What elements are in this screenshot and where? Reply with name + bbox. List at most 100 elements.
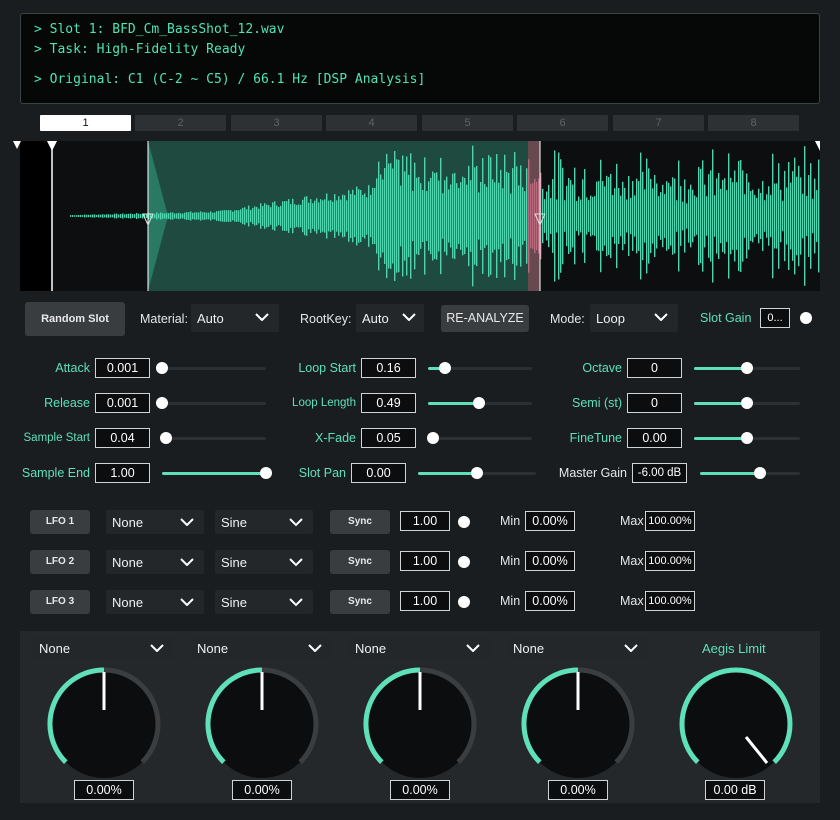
slot-tab-3[interactable]: 3 bbox=[231, 115, 322, 131]
slider-thumb[interactable] bbox=[754, 467, 766, 479]
release-input[interactable]: 0.001 bbox=[95, 393, 150, 413]
semi-input[interactable]: 0 bbox=[627, 393, 682, 413]
slider-thumb[interactable] bbox=[741, 362, 753, 374]
macro-knob[interactable] bbox=[44, 664, 164, 784]
waveform-bar bbox=[734, 170, 736, 262]
loop-start-slider[interactable] bbox=[428, 362, 532, 374]
lfo-sync-button[interactable]: Sync bbox=[330, 590, 390, 614]
lfo-target-dropdown[interactable]: None bbox=[106, 550, 204, 574]
macro-value[interactable]: 0.00% bbox=[74, 780, 134, 800]
lfo-rate-knob[interactable] bbox=[458, 596, 470, 608]
waveform-bar bbox=[772, 153, 774, 279]
master-gain-input[interactable]: -6.00 dB bbox=[632, 463, 687, 483]
macro-knob[interactable] bbox=[360, 664, 480, 784]
sample-start-slider[interactable] bbox=[160, 432, 266, 444]
lfo-sync-button[interactable]: Sync bbox=[330, 510, 390, 534]
waveform-bar bbox=[702, 160, 704, 272]
slider-thumb[interactable] bbox=[471, 467, 483, 479]
finetune-input[interactable]: 0.00 bbox=[627, 428, 682, 448]
slot-tab-5[interactable]: 5 bbox=[422, 115, 513, 131]
macro-target-dropdown[interactable]: None bbox=[191, 636, 332, 660]
xfade-slider[interactable] bbox=[427, 432, 532, 444]
lfo-button[interactable]: LFO 1 bbox=[30, 510, 90, 534]
slider-thumb[interactable] bbox=[438, 362, 451, 374]
reanalyze-button[interactable]: RE-ANALYZE bbox=[441, 305, 529, 332]
slot-gain-input[interactable]: 0... bbox=[760, 308, 790, 328]
lfo-max-input[interactable]: 100.00% bbox=[645, 591, 695, 611]
lfo-sync-button[interactable]: Sync bbox=[330, 550, 390, 574]
macro-target-dropdown[interactable]: None bbox=[349, 636, 490, 660]
rootkey-dropdown[interactable]: Auto bbox=[356, 304, 424, 332]
finetune-slider[interactable] bbox=[694, 432, 800, 444]
macro-value[interactable]: 0.00% bbox=[232, 780, 292, 800]
lfo-target-dropdown[interactable]: None bbox=[106, 510, 204, 534]
waveform-bar bbox=[214, 212, 216, 220]
lfo-rate-input[interactable]: 1.00 bbox=[400, 591, 450, 611]
slot-tab-2[interactable]: 2 bbox=[135, 115, 226, 131]
lfo-rate-knob[interactable] bbox=[458, 556, 470, 568]
macro-value[interactable]: 0.00% bbox=[548, 780, 608, 800]
slider-thumb[interactable] bbox=[260, 467, 272, 479]
lfo-min-input[interactable]: 0.00% bbox=[525, 511, 575, 531]
release-slider[interactable] bbox=[156, 397, 266, 409]
aegis-limit-value[interactable]: 0.00 dB bbox=[705, 780, 765, 800]
sample-end-slider[interactable] bbox=[162, 467, 272, 479]
mode-dropdown[interactable]: Loop bbox=[590, 304, 678, 332]
lfo-button[interactable]: LFO 3 bbox=[30, 590, 90, 614]
slider-thumb[interactable] bbox=[741, 432, 753, 444]
lfo-rate-input[interactable]: 1.00 bbox=[400, 551, 450, 571]
lfo-target-dropdown[interactable]: None bbox=[106, 590, 204, 614]
slot-tab-1[interactable]: 1 bbox=[40, 115, 131, 131]
aegis-limit-knob[interactable] bbox=[676, 664, 796, 784]
lfo-min-input[interactable]: 0.00% bbox=[525, 591, 575, 611]
xfade-input[interactable]: 0.05 bbox=[361, 428, 416, 448]
loop-length-slider[interactable] bbox=[428, 397, 532, 409]
sample-end-input[interactable]: 1.00 bbox=[95, 463, 150, 483]
slider-thumb[interactable] bbox=[741, 397, 753, 409]
master-gain-slider[interactable] bbox=[700, 467, 800, 479]
lfo-max-input[interactable]: 100.00% bbox=[645, 511, 695, 531]
material-dropdown[interactable]: Auto bbox=[191, 304, 279, 332]
macro-value[interactable]: 0.00% bbox=[390, 780, 450, 800]
lfo-rate-input[interactable]: 1.00 bbox=[400, 511, 450, 531]
slider-thumb[interactable] bbox=[160, 432, 173, 444]
slot-tab-4[interactable]: 4 bbox=[326, 115, 417, 131]
waveform-display[interactable] bbox=[20, 141, 820, 291]
octave-input[interactable]: 0 bbox=[627, 358, 682, 378]
macro-knob[interactable] bbox=[202, 664, 322, 784]
slot-tab-7[interactable]: 7 bbox=[613, 115, 704, 131]
loop-start-input[interactable]: 0.16 bbox=[361, 358, 416, 378]
slider-thumb[interactable] bbox=[427, 432, 440, 444]
slot-tab-6[interactable]: 6 bbox=[517, 115, 608, 131]
slider-thumb[interactable] bbox=[156, 362, 168, 374]
slider-thumb[interactable] bbox=[156, 397, 168, 409]
octave-slider[interactable] bbox=[694, 362, 800, 374]
macro-knob[interactable] bbox=[518, 664, 638, 784]
sample-start-input[interactable]: 0.04 bbox=[95, 428, 150, 448]
slot-pan-input[interactable]: 0.00 bbox=[351, 463, 406, 483]
waveform-bar bbox=[138, 213, 140, 219]
macro-target-dropdown[interactable]: None bbox=[507, 636, 648, 660]
slot-tab-8[interactable]: 8 bbox=[708, 115, 799, 131]
lfo-min-input[interactable]: 0.00% bbox=[525, 551, 575, 571]
attack-input[interactable]: 0.001 bbox=[95, 358, 150, 378]
macro-target-dropdown[interactable]: None bbox=[33, 636, 174, 660]
lfo-max-input[interactable]: 100.00% bbox=[645, 551, 695, 571]
waveform-bar bbox=[186, 212, 188, 220]
waveform-bar bbox=[668, 182, 670, 250]
slot-gain-knob[interactable] bbox=[800, 312, 812, 324]
lfo-shape-dropdown[interactable]: Sine bbox=[215, 550, 313, 574]
slider-thumb[interactable] bbox=[472, 397, 485, 409]
attack-slider[interactable] bbox=[156, 362, 266, 374]
lfo-shape-dropdown[interactable]: Sine bbox=[215, 510, 313, 534]
random-slot-button[interactable]: Random Slot bbox=[25, 302, 125, 336]
waveform-bar bbox=[268, 205, 270, 227]
lfo-shape-dropdown[interactable]: Sine bbox=[215, 590, 313, 614]
slot-pan-slider[interactable] bbox=[418, 467, 536, 479]
waveform-bar bbox=[628, 176, 630, 256]
lfo-rate-knob[interactable] bbox=[458, 516, 470, 528]
waveform-bar bbox=[104, 214, 106, 218]
lfo-button[interactable]: LFO 2 bbox=[30, 550, 90, 574]
semi-slider[interactable] bbox=[694, 397, 800, 409]
loop-length-input[interactable]: 0.49 bbox=[361, 393, 416, 413]
